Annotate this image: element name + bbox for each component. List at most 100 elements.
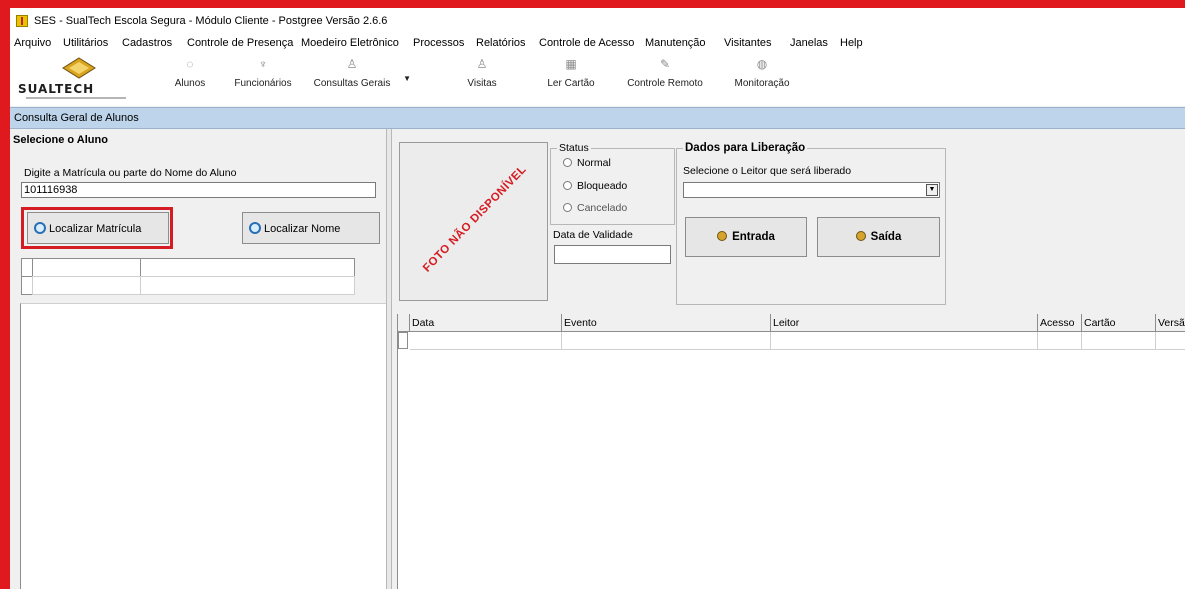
status-legend: Status bbox=[557, 142, 591, 154]
grid-cell[interactable] bbox=[1038, 332, 1082, 350]
menu-bar: Arquivo Utilitários Cadastros Controle d… bbox=[10, 34, 1185, 52]
col-data[interactable]: Data bbox=[410, 314, 562, 332]
grid-cell[interactable] bbox=[562, 332, 771, 350]
col-cartao[interactable]: Cartão bbox=[1082, 314, 1156, 332]
grid-cell[interactable] bbox=[1082, 332, 1156, 350]
red-frame-left bbox=[0, 0, 10, 589]
radio-label: Cancelado bbox=[577, 202, 628, 214]
toolbar-monitoracao-button[interactable]: ◍ Monitoração bbox=[730, 56, 794, 100]
visitors-icon: ♙ bbox=[476, 57, 488, 71]
no-photo-label: FOTO NÃO DISPONÍVEL bbox=[421, 163, 529, 275]
toolbar-ler-cartao-button[interactable]: ▦ Ler Cartão bbox=[542, 56, 600, 100]
toolbar: SUALTECH ◌ Alunos ♆ Funcionários ♙ Consu… bbox=[10, 52, 1185, 106]
logo-diamond-icon bbox=[62, 57, 96, 79]
query-icon: ♙ bbox=[346, 57, 358, 71]
radio-icon bbox=[563, 158, 572, 167]
toolbar-visitas-button[interactable]: ♙ Visitas bbox=[461, 56, 503, 100]
row-indicator[interactable] bbox=[398, 332, 408, 349]
pane-splitter[interactable] bbox=[386, 129, 392, 589]
radio-icon bbox=[563, 203, 572, 212]
card-reader-icon: ▦ bbox=[565, 57, 577, 71]
menu-utilitarios[interactable]: Utilitários bbox=[63, 37, 108, 49]
status-group: Status Normal Bloqueado Cancelado bbox=[550, 142, 675, 225]
reader-label: Selecione o Leitor que será liberado bbox=[683, 165, 852, 177]
chevron-down-icon[interactable]: ▼ bbox=[926, 184, 938, 196]
localizar-matricula-button[interactable]: Localizar Matrícula bbox=[27, 212, 169, 244]
toolbar-label: Consultas Gerais bbox=[313, 78, 391, 89]
events-header: Data Evento Leitor Acesso Cartão Versão bbox=[398, 314, 1185, 332]
grid-header-cell[interactable] bbox=[32, 258, 141, 277]
title-bar[interactable]: SES - SualTech Escola Segura - Módulo Cl… bbox=[10, 8, 1185, 34]
grid-cell[interactable] bbox=[140, 276, 355, 295]
chevron-down-icon[interactable]: ▼ bbox=[403, 74, 411, 83]
validade-field[interactable] bbox=[554, 245, 671, 264]
grid-cell[interactable] bbox=[1156, 332, 1185, 350]
col-acesso[interactable]: Acesso bbox=[1038, 314, 1082, 332]
grid-corner bbox=[398, 314, 410, 332]
button-label: Localizar Matrícula bbox=[49, 222, 142, 235]
student-search-pane: Selecione o Aluno Digite a Matrícula ou … bbox=[10, 129, 387, 589]
toolbar-label: Monitoração bbox=[734, 78, 790, 89]
menu-arquivo[interactable]: Arquivo bbox=[14, 37, 51, 49]
magnifier-icon bbox=[249, 221, 261, 234]
search-heading: Selecione o Aluno bbox=[13, 134, 108, 146]
status-normal-radio[interactable]: Normal bbox=[563, 157, 611, 169]
toolbar-label: Alunos bbox=[174, 78, 206, 89]
panel-header: Consulta Geral de Alunos bbox=[10, 107, 1185, 129]
lock-icon bbox=[855, 231, 866, 241]
menu-controle-acesso[interactable]: Controle de Acesso bbox=[539, 37, 634, 49]
grid-cell[interactable] bbox=[410, 332, 562, 350]
radio-label: Normal bbox=[577, 157, 611, 169]
lock-icon bbox=[717, 231, 728, 241]
menu-moedeiro[interactable]: Moedeiro Eletrônico bbox=[301, 37, 399, 49]
student-icon: ◌ bbox=[186, 57, 194, 71]
menu-cadastros[interactable]: Cadastros bbox=[122, 37, 172, 49]
button-label: Localizar Nome bbox=[264, 222, 341, 235]
status-cancelado-radio[interactable]: Cancelado bbox=[563, 202, 627, 214]
menu-relatorios[interactable]: Relatórios bbox=[476, 37, 526, 49]
col-leitor[interactable]: Leitor bbox=[771, 314, 1038, 332]
toolbar-controle-remoto-button[interactable]: ✎ Controle Remoto bbox=[625, 56, 705, 100]
app-window: SES - SualTech Escola Segura - Módulo Cl… bbox=[10, 8, 1185, 589]
grid-cell[interactable] bbox=[32, 276, 141, 295]
matricula-input[interactable] bbox=[21, 182, 376, 198]
menu-help[interactable]: Help bbox=[840, 37, 863, 49]
entrada-button[interactable]: Entrada bbox=[685, 217, 807, 257]
logo-underline bbox=[26, 97, 126, 99]
menu-manutencao[interactable]: Manutenção bbox=[645, 37, 706, 49]
col-evento[interactable]: Evento bbox=[562, 314, 771, 332]
radio-label: Bloqueado bbox=[577, 180, 628, 192]
validade-label: Data de Validade bbox=[553, 229, 633, 241]
student-result-grid[interactable] bbox=[21, 258, 355, 298]
localizar-nome-button[interactable]: Localizar Nome bbox=[242, 212, 380, 244]
toolbar-label: Visitas bbox=[467, 78, 497, 89]
grid-cell[interactable] bbox=[771, 332, 1038, 350]
menu-visitantes[interactable]: Visitantes bbox=[724, 37, 772, 49]
menu-janelas[interactable]: Janelas bbox=[790, 37, 828, 49]
app-icon bbox=[16, 15, 28, 27]
panel-title: Consulta Geral de Alunos bbox=[14, 112, 139, 124]
button-label: Entrada bbox=[732, 231, 775, 243]
staff-icon: ♆ bbox=[258, 57, 268, 71]
monitor-icon: ◍ bbox=[756, 57, 768, 71]
search-hint: Digite a Matrícula ou parte do Nome do A… bbox=[24, 167, 237, 179]
toolbar-funcionarios-button[interactable]: ♆ Funcionários bbox=[232, 56, 294, 100]
sualtech-logo: SUALTECH bbox=[16, 56, 146, 100]
toolbar-label: Controle Remoto bbox=[627, 78, 703, 89]
window-title: SES - SualTech Escola Segura - Módulo Cl… bbox=[34, 15, 388, 27]
col-versao[interactable]: Versão bbox=[1156, 314, 1185, 332]
brand-name: SUALTECH bbox=[18, 82, 95, 96]
liberacao-legend: Dados para Liberação bbox=[683, 142, 808, 154]
button-label: Saída bbox=[870, 231, 902, 243]
student-photo: FOTO NÃO DISPONÍVEL bbox=[399, 142, 548, 301]
student-list-area[interactable] bbox=[20, 303, 386, 589]
reader-select[interactable]: ▼ bbox=[683, 182, 940, 198]
menu-processos[interactable]: Processos bbox=[413, 37, 464, 49]
toolbar-consultas-gerais-button[interactable]: ♙ Consultas Gerais ▼ bbox=[309, 56, 411, 100]
events-grid[interactable]: Data Evento Leitor Acesso Cartão Versão bbox=[397, 314, 1185, 589]
menu-controle-presenca[interactable]: Controle de Presença bbox=[187, 37, 293, 49]
saida-button[interactable]: Saída bbox=[817, 217, 940, 257]
grid-header-cell[interactable] bbox=[140, 258, 355, 277]
toolbar-alunos-button[interactable]: ◌ Alunos bbox=[170, 56, 210, 100]
status-bloqueado-radio[interactable]: Bloqueado bbox=[563, 180, 627, 192]
